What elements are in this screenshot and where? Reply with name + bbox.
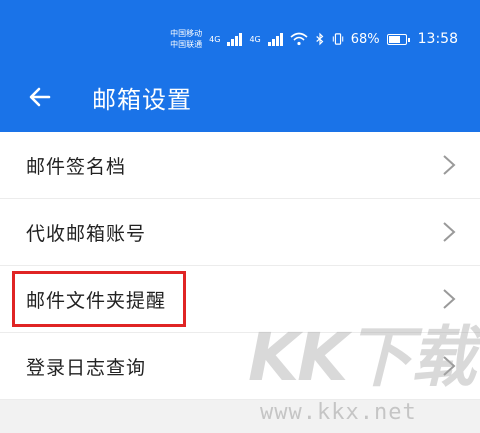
settings-item-signature[interactable]: 邮件签名档 [0,132,480,199]
chevron-right-icon [443,222,456,242]
chevron-right-icon [443,155,456,175]
battery-percent: 68% [350,31,380,47]
back-button[interactable] [20,77,60,117]
wifi-icon [290,32,308,46]
arrow-left-icon [29,87,51,107]
bottom-area [0,400,480,433]
settings-item-folder-reminder[interactable]: 邮件文件夹提醒 [0,266,480,333]
settings-item-login-log[interactable]: 登录日志查询 [0,333,480,400]
vibrate-icon [332,33,343,45]
network-type-1: 4G [209,34,221,44]
clock: 13:58 [417,31,458,47]
carrier-names: 中国移动 中国联通 [170,28,202,50]
chevron-right-icon [443,289,456,309]
settings-list: 邮件签名档 代收邮箱账号 邮件文件夹提醒 登录日志查询 [0,132,480,400]
battery-fill [388,35,400,43]
settings-item-proxy-accounts[interactable]: 代收邮箱账号 [0,199,480,266]
list-item-label: 邮件签名档 [26,155,127,178]
title-row: 邮箱设置 [0,64,480,130]
page-title: 邮箱设置 [92,85,192,114]
status-bar: 中国移动 中国联通 4G 4G 68% 13:58 [170,22,458,56]
app-header: 中国移动 中国联通 4G 4G 68% 13:58 邮箱设置 [0,0,480,132]
battery-icon [386,33,410,45]
signal-icon [267,32,283,46]
list-item-label: 代收邮箱账号 [26,222,147,245]
list-item-label: 邮件文件夹提醒 [26,289,167,312]
bluetooth-icon [316,32,324,46]
list-item-label: 登录日志查询 [26,356,147,379]
carrier-1: 中国移动 [170,29,203,38]
chevron-right-icon [443,356,456,376]
signal-icon [227,32,243,46]
network-type-2: 4G [249,34,261,44]
carrier-2: 中国联通 [170,40,203,49]
